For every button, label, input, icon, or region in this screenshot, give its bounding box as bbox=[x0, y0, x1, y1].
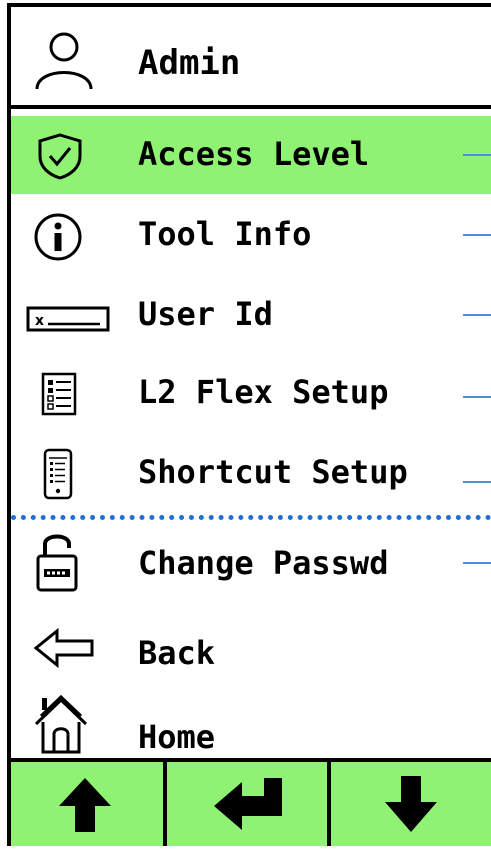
menu-item-home[interactable]: Home bbox=[11, 688, 491, 766]
arrow-left-icon bbox=[33, 627, 95, 672]
down-button[interactable] bbox=[331, 762, 491, 846]
footer-nav-bar bbox=[11, 758, 491, 846]
menu-item-l2-flex-setup[interactable]: L2 Flex Setup bbox=[11, 354, 491, 432]
svg-text:x: x bbox=[35, 313, 44, 329]
menu-item-label: User Id bbox=[138, 295, 273, 333]
header: Admin bbox=[11, 7, 491, 109]
menu-connector bbox=[463, 314, 491, 316]
unlocked-padlock-icon bbox=[35, 528, 79, 598]
id-field-icon: x bbox=[26, 306, 110, 336]
up-button[interactable] bbox=[11, 762, 163, 846]
arrow-up-icon bbox=[57, 776, 113, 838]
arrow-down-icon bbox=[383, 774, 439, 838]
menu-item-label: L2 Flex Setup bbox=[138, 373, 389, 411]
menu-item-user-id[interactable]: x User Id bbox=[11, 276, 491, 354]
menu-item-label: Change Passwd bbox=[138, 544, 389, 582]
shield-check-icon bbox=[37, 132, 83, 184]
menu-connector bbox=[463, 154, 491, 156]
menu-item-back[interactable]: Back bbox=[11, 612, 491, 690]
section-divider bbox=[11, 515, 491, 520]
menu-item-label: Back bbox=[138, 634, 216, 672]
menu-item-label: Shortcut Setup bbox=[138, 453, 408, 491]
menu-item-access-level[interactable]: Access Level bbox=[11, 116, 491, 194]
menu-connector bbox=[463, 234, 491, 236]
enter-icon bbox=[212, 776, 284, 836]
menu-connector bbox=[463, 562, 491, 564]
menu-item-change-passwd[interactable]: Change Passwd bbox=[11, 522, 491, 600]
phone-list-icon bbox=[43, 448, 73, 504]
menu-item-label: Tool Info bbox=[138, 215, 312, 253]
checklist-icon bbox=[41, 372, 77, 420]
menu-connector bbox=[463, 396, 491, 398]
home-icon bbox=[33, 694, 89, 758]
menu-item-tool-info[interactable]: Tool Info bbox=[11, 196, 491, 274]
user-icon bbox=[33, 29, 95, 95]
menu-connector bbox=[463, 481, 491, 483]
info-icon bbox=[33, 212, 83, 266]
menu-item-label: Access Level bbox=[138, 135, 370, 173]
enter-button[interactable] bbox=[167, 762, 327, 846]
menu-item-shortcut-setup[interactable]: Shortcut Setup bbox=[11, 434, 491, 512]
page-title: Admin bbox=[138, 43, 241, 83]
menu-item-label: Home bbox=[138, 718, 216, 756]
